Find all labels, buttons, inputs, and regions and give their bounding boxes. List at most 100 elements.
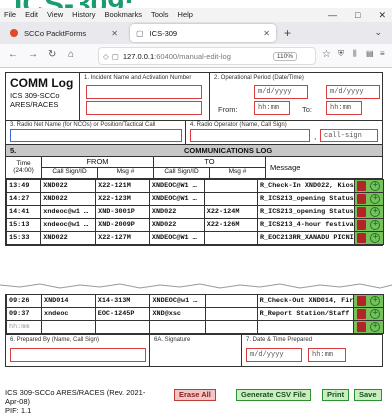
trash-icon[interactable] — [357, 181, 367, 191]
new-tab-icon[interactable]: + — [284, 26, 291, 40]
to-msg-cell[interactable] — [203, 179, 258, 193]
time-cell[interactable]: 14:27 — [5, 192, 42, 206]
add-row-icon[interactable]: + — [370, 207, 381, 217]
menu-history[interactable]: History — [72, 8, 95, 22]
to-callsign-cell[interactable]: XNDEOC@W1 … — [148, 179, 205, 193]
add-row-icon[interactable]: + — [370, 181, 381, 191]
forward-icon[interactable]: → — [28, 49, 38, 60]
tab-packtforms[interactable]: SCCo PacktForms ✕ — [4, 24, 124, 42]
to-msg-cell[interactable] — [204, 307, 258, 321]
to-msg-cell[interactable] — [204, 294, 258, 308]
menu-icon[interactable]: ≡ — [380, 49, 385, 58]
trash-icon[interactable] — [357, 194, 367, 204]
net-name-input[interactable] — [10, 129, 182, 142]
trash-icon[interactable] — [357, 322, 367, 332]
reload-icon[interactable]: ↻ — [48, 49, 56, 60]
time-cell[interactable]: 09:37 — [6, 307, 42, 321]
add-row-icon[interactable]: + — [370, 194, 381, 204]
time-cell[interactable]: 13:49 — [5, 179, 42, 193]
menu-edit[interactable]: Edit — [25, 8, 38, 22]
home-icon[interactable]: ⌂ — [68, 49, 74, 60]
star-icon[interactable]: ☆ — [322, 49, 331, 60]
menu-help[interactable]: Help — [178, 8, 193, 22]
print-button[interactable]: Print — [322, 389, 350, 401]
message-cell[interactable]: R_ICS213_opening Status — [256, 192, 355, 206]
add-row-icon[interactable]: + — [370, 309, 381, 319]
to-callsign-cell[interactable] — [149, 320, 206, 334]
time-cell[interactable]: 15:13 — [5, 218, 42, 232]
message-cell[interactable]: R_EOC213RR_XANADU PICNI — [256, 231, 355, 245]
menu-tools[interactable]: Tools — [151, 8, 169, 22]
shield-icon[interactable]: ⛨ — [338, 49, 344, 59]
chevron-down-icon[interactable]: ⌄ — [374, 27, 382, 38]
date-prepared-input[interactable]: m/d/yyyy — [246, 348, 302, 362]
close-window-button[interactable]: ✕ — [378, 8, 386, 22]
time-cell[interactable]: 15:33 — [5, 231, 42, 245]
from-callsign-cell[interactable]: XND014 — [41, 294, 96, 308]
to-msg-cell[interactable] — [203, 231, 258, 245]
message-cell[interactable]: R_Check-In XND022, Kios — [256, 179, 355, 193]
add-row-icon[interactable]: + — [370, 220, 381, 230]
from-callsign-cell[interactable]: xndeoc@w1 … — [40, 205, 97, 219]
from-msg-cell[interactable]: X22-127M — [95, 231, 150, 245]
from-callsign-cell[interactable]: XND022 — [40, 231, 97, 245]
to-callsign-cell[interactable]: XNDEOC@W1 … — [148, 192, 205, 206]
trash-icon[interactable] — [357, 220, 367, 230]
from-callsign-cell[interactable]: xndeoc@w1 … — [40, 218, 97, 232]
menu-file[interactable]: File — [4, 8, 16, 22]
back-icon[interactable]: ← — [8, 49, 18, 60]
add-row-icon[interactable]: + — [370, 233, 381, 243]
prepared-by-input[interactable] — [10, 348, 146, 362]
to-msg-cell[interactable] — [204, 320, 258, 334]
close-tab-icon[interactable]: ✕ — [263, 29, 270, 38]
menu-bookmarks[interactable]: Bookmarks — [105, 8, 143, 22]
minimize-button[interactable]: — — [328, 8, 337, 22]
to-callsign-cell[interactable]: XND022 — [148, 218, 205, 232]
to-msg-cell[interactable]: X22-126M — [203, 218, 258, 232]
to-callsign-cell[interactable]: XND022 — [148, 205, 205, 219]
from-callsign-cell[interactable]: XND022 — [40, 192, 97, 206]
from-msg-cell[interactable]: X14-313M — [94, 294, 151, 308]
message-cell[interactable]: R_ICS213_opening Status — [256, 205, 355, 219]
from-callsign-cell[interactable]: xndeoc — [41, 307, 96, 321]
from-msg-cell[interactable]: XND-3001P — [95, 205, 150, 219]
trash-icon[interactable] — [357, 296, 367, 306]
trash-icon[interactable] — [357, 309, 367, 319]
trash-icon[interactable] — [357, 207, 367, 217]
trash-icon[interactable] — [357, 233, 367, 243]
time-cell[interactable]: 09:26 — [6, 294, 42, 308]
sidebar-icon[interactable]: ▤ — [366, 49, 374, 58]
to-callsign-cell[interactable]: XND@xsc — [149, 307, 206, 321]
add-row-icon[interactable]: + — [370, 296, 381, 306]
message-cell[interactable]: R_Report Station/Staff — [256, 307, 355, 321]
from-msg-cell[interactable]: X22-123M — [95, 192, 150, 206]
activation-number-input[interactable] — [86, 101, 202, 115]
add-row-icon[interactable]: + — [370, 322, 381, 332]
time-prepared-input[interactable]: hh:mm — [308, 348, 346, 362]
from-msg-cell[interactable]: EOC-1245P — [94, 307, 151, 321]
to-msg-cell[interactable]: X22-124M — [203, 205, 258, 219]
url-bar[interactable]: ◇ ▢ 127.0.0.1 :60400/manual-edit-log 110… — [98, 47, 316, 65]
library-icon[interactable]: ⫼ — [353, 49, 357, 59]
erase-all-button[interactable]: Erase All — [174, 389, 216, 401]
from-msg-cell[interactable] — [94, 320, 151, 334]
generate-csv-button[interactable]: Generate CSV File — [236, 389, 312, 401]
zoom-level[interactable]: 110% — [272, 51, 297, 61]
to-callsign-cell[interactable]: XNDEOC@W1 … — [148, 231, 205, 245]
operator-callsign-input[interactable]: call-sign — [320, 129, 378, 142]
tab-ics309[interactable]: ▢ ICS-309 ✕ — [130, 24, 276, 42]
menu-view[interactable]: View — [47, 8, 63, 22]
to-time-input[interactable]: hh:mm — [326, 101, 362, 115]
operator-name-input[interactable] — [190, 129, 310, 142]
to-date-input[interactable]: m/d/yyyy — [326, 85, 380, 99]
message-cell[interactable]: R_ICS213_4-hour festiva — [256, 218, 355, 232]
message-cell[interactable] — [256, 320, 355, 334]
incident-name-input[interactable] — [86, 85, 202, 99]
from-callsign-cell[interactable]: XND022 — [40, 179, 97, 193]
from-msg-cell[interactable]: X22-121M — [95, 179, 150, 193]
close-tab-icon[interactable]: ✕ — [111, 29, 118, 38]
from-time-input[interactable]: hh:mm — [254, 101, 290, 115]
save-button[interactable]: Save — [354, 389, 382, 401]
maximize-button[interactable]: □ — [355, 8, 360, 22]
time-cell[interactable]: 14:41 — [5, 205, 42, 219]
